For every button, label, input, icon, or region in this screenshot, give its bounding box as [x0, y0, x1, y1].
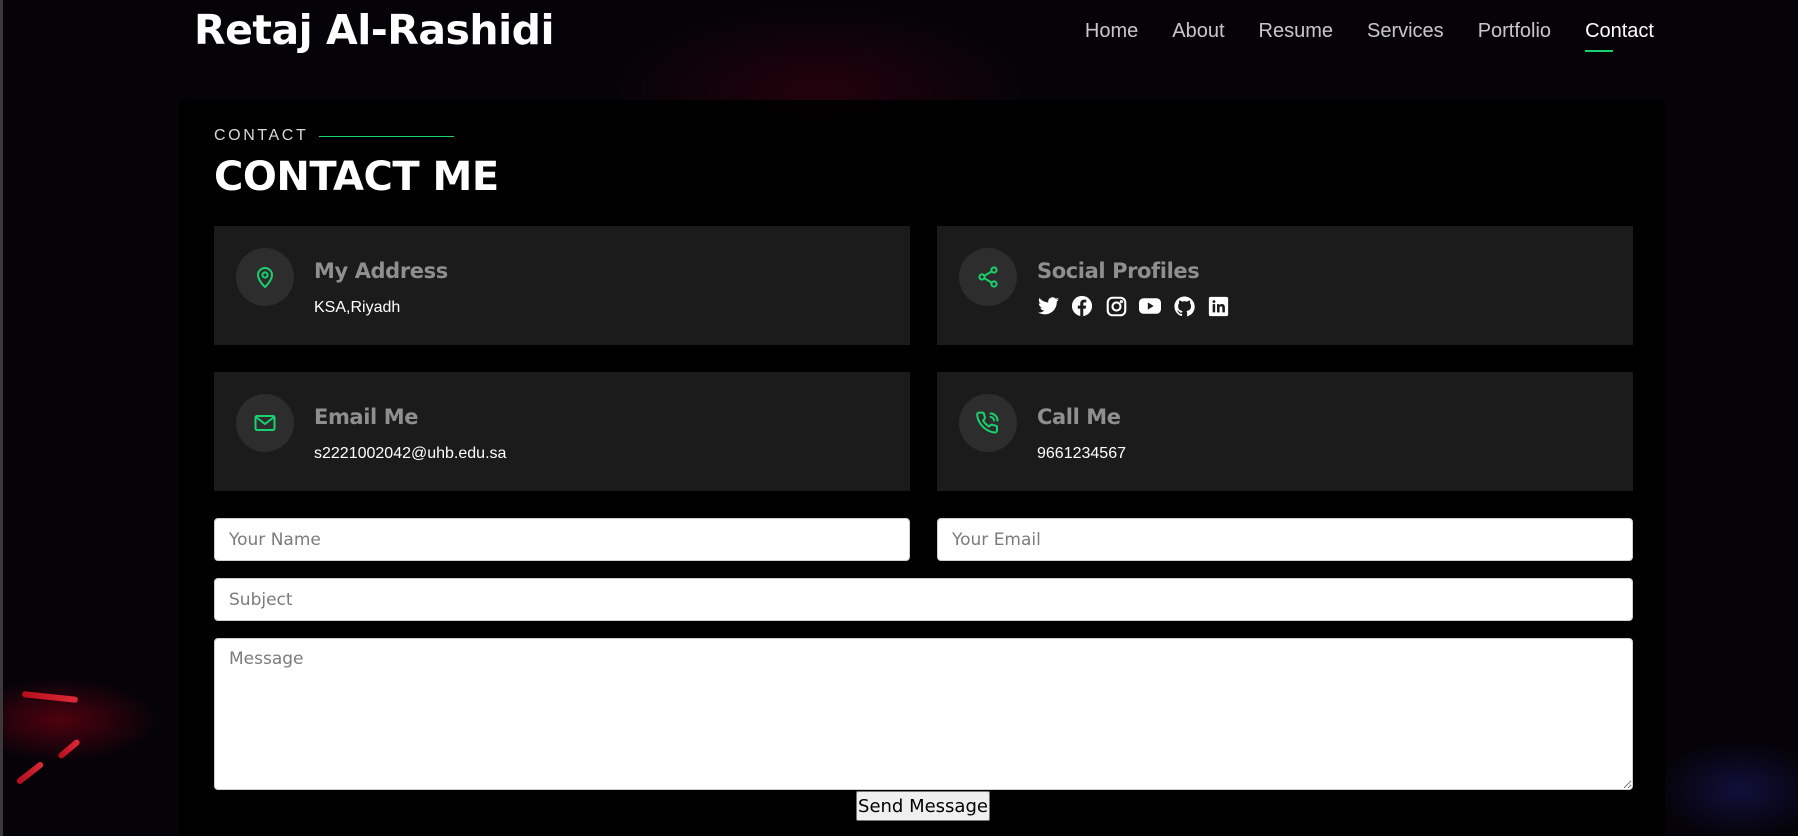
social-links	[1037, 295, 1229, 317]
email-title: Email Me	[314, 405, 419, 429]
address-text: KSA,Riyadh	[314, 299, 401, 316]
subject-input[interactable]	[214, 578, 1633, 621]
social-icon-circle	[959, 248, 1017, 306]
twitter-icon[interactable]	[1037, 295, 1059, 317]
email-icon-circle	[236, 394, 294, 452]
nav-about[interactable]: About	[1172, 20, 1224, 43]
github-icon[interactable]	[1173, 295, 1195, 317]
nav-contact[interactable]: Contact	[1585, 20, 1654, 52]
email-text[interactable]: s2221002042@uhb.edu.sa	[314, 445, 506, 463]
nav-services[interactable]: Services	[1367, 20, 1444, 43]
send-message-button[interactable]: Send Message	[856, 791, 990, 821]
youtube-icon[interactable]	[1139, 295, 1161, 317]
site-header: Retaj Al-Rashidi Home About Resume Servi…	[0, 0, 1798, 64]
social-card: Social Profiles	[937, 226, 1633, 345]
map-pin-icon	[257, 267, 273, 288]
linkedin-icon[interactable]	[1207, 295, 1229, 317]
section-label-line	[319, 136, 454, 137]
email-card: Email Me s2221002042@uhb.edu.sa	[214, 372, 910, 491]
name-input[interactable]	[214, 518, 910, 561]
nav-portfolio[interactable]: Portfolio	[1478, 20, 1551, 43]
address-card: My Address KSA,Riyadh	[214, 226, 910, 345]
facebook-icon[interactable]	[1071, 295, 1093, 317]
nav-home[interactable]: Home	[1085, 20, 1138, 43]
envelope-icon	[254, 415, 276, 431]
message-textarea[interactable]	[214, 638, 1633, 790]
nav-resume[interactable]: Resume	[1259, 20, 1333, 43]
social-title: Social Profiles	[1037, 259, 1200, 283]
phone-icon-circle	[959, 394, 1017, 452]
phone-icon	[976, 411, 999, 434]
address-icon-circle	[236, 248, 294, 306]
section-title: CONTACT ME	[214, 154, 499, 200]
share-icon	[978, 266, 998, 288]
section-label: CONTACT	[214, 127, 309, 144]
email-input[interactable]	[937, 518, 1633, 561]
site-logo[interactable]: Retaj Al-Rashidi	[194, 6, 555, 54]
window-edge	[0, 0, 3, 836]
address-title: My Address	[314, 259, 448, 283]
instagram-icon[interactable]	[1105, 295, 1127, 317]
main-nav: Home About Resume Services Portfolio Con…	[1085, 20, 1654, 52]
phone-card: Call Me 9661234567	[937, 372, 1633, 491]
phone-title: Call Me	[1037, 405, 1121, 429]
phone-text[interactable]: 9661234567	[1037, 445, 1126, 463]
